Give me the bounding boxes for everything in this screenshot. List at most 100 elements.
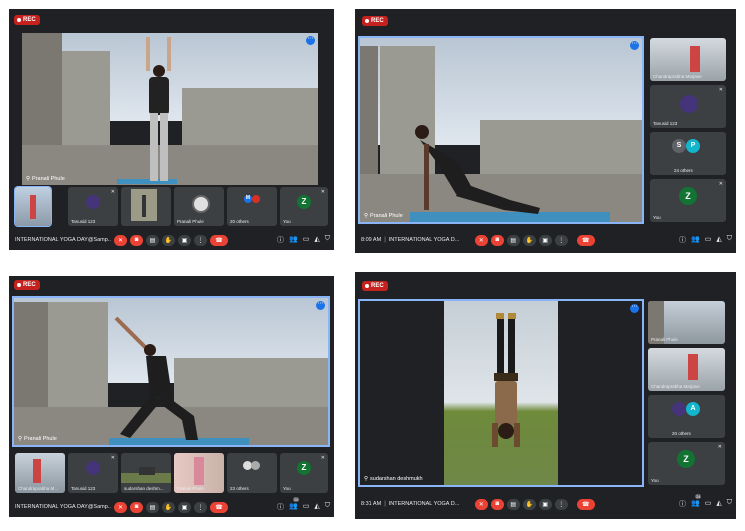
info-icon[interactable]: ⓘ (679, 235, 686, 245)
people-icon[interactable]: 👥 24 (691, 494, 702, 509)
activities-icon[interactable]: ◭ (716, 499, 721, 509)
captions-icon[interactable]: ▤ (146, 501, 159, 513)
participant-tile[interactable]: Chandraprabha Marjane (648, 348, 725, 391)
participant-tile[interactable]: Chandraprabha M... (15, 453, 65, 493)
main-video: ⚲ Pranali Phule ⋯ (358, 36, 644, 224)
participant-tile[interactable]: Tanusid 123 ✕ (650, 85, 726, 128)
yoga-person (114, 316, 198, 440)
raise-hand-icon[interactable]: ✋ (522, 498, 536, 510)
mic-off-icon[interactable]: ✕ (474, 234, 488, 246)
raise-hand-icon[interactable]: ✋ (522, 234, 536, 246)
present-icon[interactable]: ▣ (538, 234, 552, 246)
more-vert-icon[interactable]: ⋮ (194, 234, 207, 246)
control-bar: INTERNATIONAL YOGA DAY@Samp... ✕ ◙ ▤ ✋ ▣… (9, 497, 334, 517)
chat-icon[interactable]: ▭ (705, 235, 712, 245)
pin-icon: ⚲ (364, 213, 369, 219)
more-icon[interactable]: ⋯ (306, 36, 315, 45)
info-icon[interactable]: ⓘ (277, 235, 284, 245)
participant-tile[interactable] (121, 187, 171, 226)
hangup-icon[interactable]: ☎ (576, 234, 595, 246)
chat-icon[interactable]: ▭ (303, 235, 310, 245)
info-icon[interactable]: ⓘ (277, 502, 284, 512)
time: 8:31 AM (361, 501, 382, 507)
mic-off-icon[interactable]: ✕ (474, 498, 488, 510)
time: 8:09 AM (361, 237, 382, 243)
presenter-name: ⚲ Pranali Phule (26, 176, 65, 182)
meet-screenshot-1: REC ⚲ Pranali Phule ⋯ Tanusid 123 ✕ Pranal… (9, 9, 334, 250)
hangup-icon[interactable]: ☎ (576, 498, 595, 510)
people-icon[interactable]: 👥 (289, 235, 298, 245)
participant-tile[interactable]: Z You ✕ (648, 442, 725, 485)
participant-tile[interactable]: Z You ✕ (280, 453, 328, 493)
info-icon[interactable]: ⓘ (679, 499, 686, 509)
control-bar: 8:31 AM | INTERNATIONAL YOGA D... ✕ ◙ ▤ … (361, 494, 732, 510)
main-video: ⚲ Pranali Phule ⋯ (12, 296, 330, 447)
participant-tile[interactable]: A 20 others (648, 395, 725, 438)
participant-tile[interactable]: Pranali Phule (174, 453, 224, 493)
shield-icon[interactable]: ⛉ (727, 499, 732, 509)
present-icon[interactable]: ▣ (538, 498, 552, 510)
more-icon[interactable]: ⋯ (630, 41, 639, 50)
meeting-title: INTERNATIONAL YOGA D... (388, 501, 460, 507)
mic-off-icon: ✕ (110, 455, 115, 461)
more-vert-icon[interactable]: ⋮ (554, 234, 568, 246)
participant-tile[interactable]: Z You ✕ (280, 187, 328, 226)
control-bar: INTERNATIONAL YOGA DAY@Samp... ✕ ◙ ▤ ✋ ▣… (9, 230, 334, 250)
pin-icon: ⚲ (364, 476, 369, 482)
mic-off-icon: ✕ (718, 87, 723, 93)
camera-off-icon[interactable]: ◙ (130, 234, 143, 246)
participant-tile[interactable]: Tanusid 123 ✕ (68, 453, 118, 493)
participant-tile[interactable]: Pranali Phule (648, 301, 725, 344)
shield-icon[interactable]: ⛉ (325, 502, 330, 512)
participant-tile[interactable]: Z You ✕ (650, 179, 726, 222)
activities-icon[interactable]: ◭ (314, 235, 319, 245)
people-count: 24 (695, 494, 702, 499)
mic-off-icon: ✕ (320, 455, 325, 461)
raise-hand-icon[interactable]: ✋ (162, 234, 175, 246)
participant-tile[interactable]: S P 24 others (650, 132, 726, 175)
captions-icon[interactable]: ▤ (506, 234, 520, 246)
present-icon[interactable]: ▣ (178, 234, 191, 246)
main-video: ⚲ sudarshan deshmukh ⋯ (358, 299, 644, 487)
meeting-title: INTERNATIONAL YOGA DAY@Samp... (15, 504, 111, 510)
participant-tile[interactable]: Tanusid 123 ✕ (68, 187, 118, 226)
captions-icon[interactable]: ▤ (146, 234, 159, 246)
raise-hand-icon[interactable]: ✋ (162, 501, 175, 513)
camera-off-icon[interactable]: ◙ (490, 234, 504, 246)
more-icon[interactable]: ⋯ (316, 301, 325, 310)
mic-off-icon[interactable]: ✕ (114, 234, 127, 246)
control-bar: 8:09 AM | INTERNATIONAL YOGA D... ✕ ◙ ▤ … (361, 234, 732, 246)
participant-tile[interactable]: Pranali Phule (174, 187, 224, 226)
captions-icon[interactable]: ▤ (506, 498, 520, 510)
participant-tile[interactable]: sudarshan deshm... (121, 453, 171, 493)
shield-icon[interactable]: ⛉ (325, 235, 330, 245)
camera-off-icon[interactable]: ◙ (490, 498, 504, 510)
activities-icon[interactable]: ◭ (314, 502, 319, 512)
more-vert-icon[interactable]: ⋮ (554, 498, 568, 510)
present-icon[interactable]: ▣ (178, 501, 191, 513)
hangup-icon[interactable]: ☎ (210, 234, 228, 246)
pin-icon: ⚲ (26, 176, 31, 182)
people-icon[interactable]: 👥 (691, 235, 700, 245)
more-vert-icon[interactable]: ⋮ (194, 501, 207, 513)
hangup-icon[interactable]: ☎ (210, 501, 228, 513)
shield-icon[interactable]: ⛉ (727, 235, 732, 245)
participant-tile[interactable]: M 20 others (227, 187, 277, 226)
participant-tile[interactable]: 23 others (227, 453, 277, 493)
presenter-name: ⚲ Pranali Phule (18, 436, 57, 442)
mic-off-icon[interactable]: ✕ (114, 501, 127, 513)
chat-icon[interactable]: ▭ (303, 502, 310, 512)
participant-tile[interactable] (14, 186, 52, 227)
people-icon[interactable]: 👥 26 (289, 497, 300, 512)
more-icon[interactable]: ⋯ (630, 304, 639, 313)
presenter-name: ⚲ sudarshan deshmukh (364, 476, 423, 482)
chat-icon[interactable]: ▭ (705, 499, 712, 509)
camera-off-icon[interactable]: ◙ (130, 501, 143, 513)
activities-icon[interactable]: ◭ (716, 235, 721, 245)
mic-off-icon: ✕ (320, 189, 325, 195)
rec-badge: REC (14, 15, 40, 25)
meet-screenshot-4: REC ⚲ sudarshan deshmukh ⋯ Pranali Phule … (355, 272, 736, 519)
meeting-title: INTERNATIONAL YOGA DAY@Samp... (15, 237, 111, 243)
participant-tile[interactable]: Chandraprabha Marjane (650, 38, 726, 81)
meet-screenshot-2: REC ⚲ Pranali Phule ⋯ Chandraprabha Marja… (355, 9, 736, 253)
